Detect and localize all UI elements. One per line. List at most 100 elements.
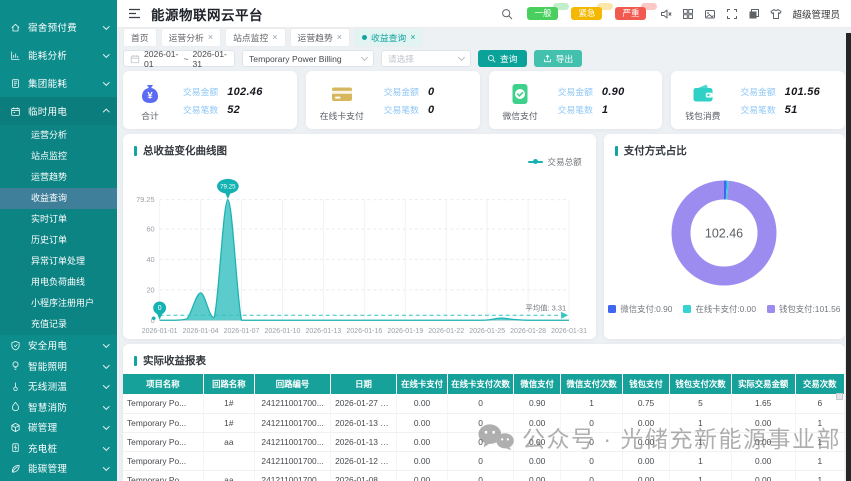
table-cell: 0.00 <box>731 451 795 470</box>
sidebar-item[interactable]: 能耗分析 <box>0 41 117 69</box>
donut-legend-item[interactable]: 在线卡支付:0.00 <box>683 303 756 315</box>
sidebar-subitem[interactable]: 运营趋势 <box>0 167 117 188</box>
charts-row: 总收益变化曲线图 交易总额 020406079.252026-01-012026… <box>117 129 851 339</box>
fullscreen-icon[interactable] <box>726 8 738 20</box>
table-row[interactable]: Temporary Po...241211001700...2026-01-12… <box>123 451 845 470</box>
close-icon[interactable]: × <box>208 33 213 42</box>
shield-icon <box>9 339 21 351</box>
close-icon[interactable]: × <box>272 33 277 42</box>
table-cell: 0.00 <box>622 413 669 432</box>
tab-item[interactable]: 站点监控× <box>226 29 284 46</box>
chevron-down-icon <box>103 51 109 57</box>
billing-type-select[interactable]: Temporary Power Billing <box>242 50 374 67</box>
sidebar-item[interactable]: 宿舍预付费 <box>0 13 117 41</box>
screenshot-icon[interactable] <box>704 8 716 20</box>
table-cell: 1# <box>203 394 254 413</box>
svg-text:102.46: 102.46 <box>705 227 743 241</box>
amount-value: 0 <box>428 86 434 98</box>
table-cell: 241211001700... <box>255 470 331 481</box>
user-name[interactable]: 超级管理员 <box>792 7 840 21</box>
table-cell: 1 <box>795 432 844 451</box>
table-cell: 0.00 <box>396 470 447 481</box>
revenue-table-card: 实际收益报表 项目名称回路名称回路编号日期在线卡支付在线卡支付次数微信支付微信支… <box>123 344 845 481</box>
svg-text:平均值: 3.31: 平均值: 3.31 <box>525 302 566 312</box>
donut-legend-item[interactable]: 微信支付:0.90 <box>608 303 672 315</box>
search-icon[interactable] <box>501 8 513 20</box>
menu-collapse-icon[interactable] <box>128 8 141 19</box>
sidebar-subitem[interactable]: 站点监控 <box>0 146 117 167</box>
table-cell: 1 <box>670 470 732 481</box>
stat-card-title: 微信支付 <box>503 109 538 122</box>
sidebar-subitem[interactable]: 小程序注册用户 <box>0 293 117 314</box>
export-button[interactable]: 导出 <box>534 50 583 67</box>
alarm-badge[interactable]: 紧急 <box>571 7 602 20</box>
sidebar-subitem[interactable]: 收益查询 <box>0 188 117 209</box>
table-scrollbar-corner[interactable] <box>836 393 843 400</box>
sidebar-item[interactable]: 碳管理 <box>0 417 117 438</box>
chevron-down-icon <box>103 464 109 470</box>
svg-text:0: 0 <box>158 305 162 312</box>
stat-card-title: 合计 <box>141 109 159 122</box>
close-icon[interactable]: × <box>410 33 415 42</box>
column-header: 项目名称 <box>123 374 203 394</box>
layers-icon[interactable] <box>748 8 760 20</box>
amount-value: 101.56 <box>785 86 820 98</box>
alarm-badge[interactable]: 一般 <box>527 7 558 20</box>
table-row[interactable]: Temporary Po...aa241211001700...2026-01-… <box>123 432 845 451</box>
table-cell: 0 <box>561 470 623 481</box>
sidebar-item[interactable]: 智慧消防 <box>0 397 117 418</box>
search-button[interactable]: 查询 <box>478 50 527 67</box>
theme-tshirt-icon[interactable] <box>770 8 782 20</box>
sidebar-subitem[interactable]: 实时订单 <box>0 209 117 230</box>
sidebar-item[interactable]: 集团能耗 <box>0 69 117 97</box>
main-area: 能源物联网云平台 一般紧急严重 超级管理员 <box>117 0 851 481</box>
tab-item[interactable]: 首页 <box>124 29 156 46</box>
table-cell: 2026-01-08 1... <box>331 470 397 481</box>
table-cell: 0.00 <box>513 413 560 432</box>
table-cell: 0.00 <box>513 432 560 451</box>
svg-text:2026-01-22: 2026-01-22 <box>428 328 464 335</box>
svg-text:2026-01-01: 2026-01-01 <box>142 328 178 335</box>
alarm-badge[interactable]: 严重 <box>615 7 646 20</box>
table-row[interactable]: Temporary Po...aa241211001700...2026-01-… <box>123 470 845 481</box>
sidebar-subitem[interactable]: 运营分析 <box>0 125 117 146</box>
donut-legend-item[interactable]: 钱包支付:101.56 <box>767 303 840 315</box>
tab-item[interactable]: 运营分析× <box>162 29 220 46</box>
table-cell: 0.00 <box>396 432 447 451</box>
table-cell: 1 <box>795 413 844 432</box>
line-chart-legend[interactable]: 交易总额 <box>528 156 581 168</box>
table-cell: 241211001700... <box>255 413 331 432</box>
sidebar-item[interactable]: 安全用电 <box>0 335 117 356</box>
table-cell: 1# <box>203 413 254 432</box>
sidebar-item[interactable]: 临时用电 <box>0 97 117 125</box>
table-row[interactable]: Temporary Po...1#241211001700...2026-01-… <box>123 394 845 413</box>
sidebar: 宿舍预付费能耗分析集团能耗临时用电运营分析站点监控运营趋势收益查询实时订单历史订… <box>0 0 117 481</box>
tab-item[interactable]: 运营趋势× <box>291 29 349 46</box>
legend-label: 钱包支付:101.56 <box>779 303 840 315</box>
sidebar-item[interactable]: 无线测温 <box>0 376 117 397</box>
secondary-select[interactable]: 请选择 <box>381 50 471 67</box>
table-cell: 2026-01-27 0... <box>331 394 397 413</box>
sidebar-item[interactable]: 智能照明 <box>0 356 117 377</box>
grid-icon[interactable] <box>682 8 694 20</box>
column-header: 微信支付次数 <box>561 374 623 394</box>
sidebar-item[interactable]: 充电桩 <box>0 438 117 459</box>
sidebar-item[interactable]: 能碳管理 <box>0 458 117 479</box>
svg-text:2026-01-25: 2026-01-25 <box>469 328 505 335</box>
mute-icon[interactable] <box>660 8 672 20</box>
donut-chart-title: 支付方式占比 <box>604 134 845 161</box>
sidebar-subitem[interactable]: 充值记录 <box>0 314 117 335</box>
table-row[interactable]: Temporary Po...1#241211001700...2026-01-… <box>123 413 845 432</box>
tab-item[interactable]: 收益查询× <box>355 29 422 46</box>
count-value: 52 <box>227 104 240 116</box>
date-range-input[interactable]: 2026-01-01 ~ 2026-01-31 <box>123 50 235 67</box>
svg-text:2026-01-16: 2026-01-16 <box>346 328 382 335</box>
table-cell: 1 <box>795 451 844 470</box>
table-cell: aa <box>203 432 254 451</box>
sidebar-subitem[interactable]: 历史订单 <box>0 230 117 251</box>
sidebar-subitem[interactable]: 用电负荷曲线 <box>0 272 117 293</box>
sidebar-subitem[interactable]: 异常订单处理 <box>0 251 117 272</box>
count-label: 交易笔数 <box>558 103 593 116</box>
close-icon[interactable]: × <box>337 33 342 42</box>
sidebar-menu: 宿舍预付费能耗分析集团能耗临时用电运营分析站点监控运营趋势收益查询实时订单历史订… <box>0 0 117 479</box>
